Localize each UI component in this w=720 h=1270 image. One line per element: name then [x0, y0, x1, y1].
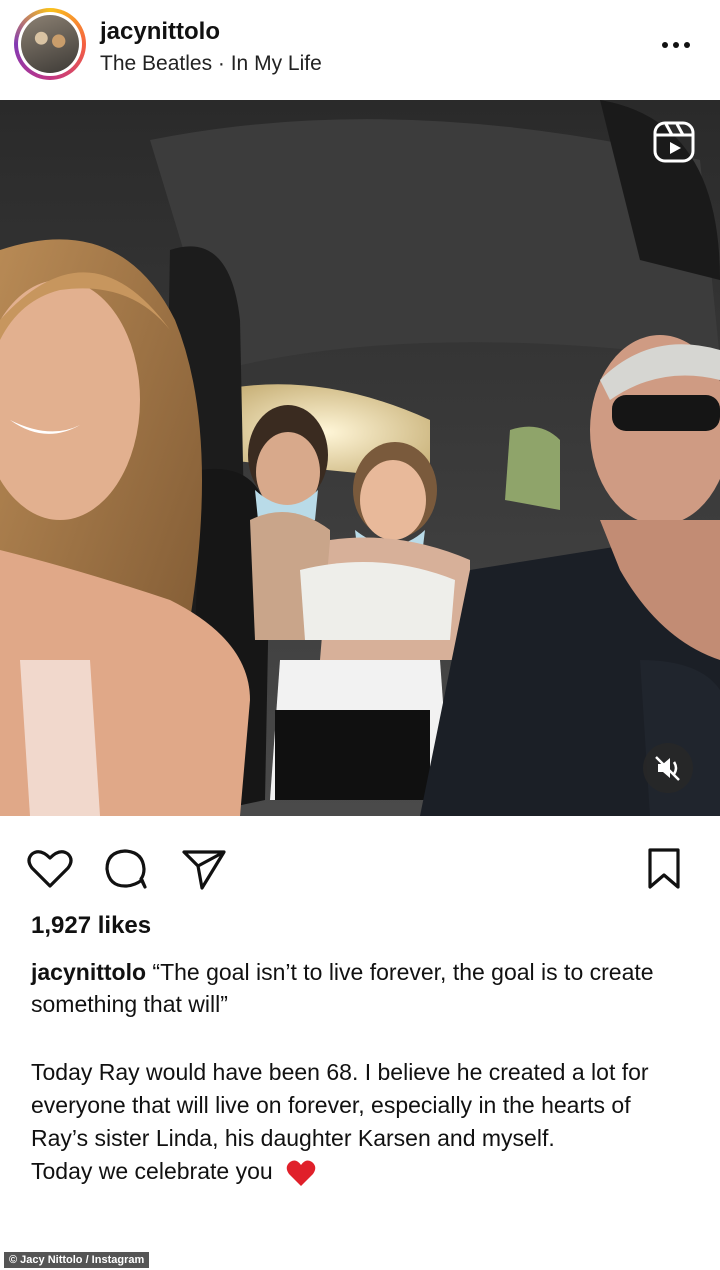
post-username[interactable]: jacynittolo	[100, 18, 220, 46]
caption-body: Today Ray would have been 68. I believe …	[31, 1056, 691, 1188]
mute-icon[interactable]	[643, 743, 693, 793]
caption-closing-text: Today we celebrate you	[31, 1158, 273, 1184]
red-heart-emoji-icon	[286, 1160, 316, 1186]
post-media[interactable]	[0, 100, 720, 816]
bookmark-icon[interactable]	[636, 840, 692, 896]
more-options-icon[interactable]	[658, 30, 694, 60]
photo-credit: © Jacy Nittolo / Instagram	[4, 1252, 150, 1268]
caption-closing: Today we celebrate you	[31, 1155, 691, 1188]
caption-username[interactable]: jacynittolo	[31, 959, 146, 985]
comment-icon[interactable]	[98, 840, 154, 896]
avatar[interactable]	[18, 12, 82, 76]
heart-icon[interactable]	[22, 840, 78, 896]
story-ring[interactable]	[14, 8, 86, 80]
share-icon[interactable]	[176, 840, 232, 896]
post-caption: jacynittolo “The goal isn’t to live fore…	[31, 956, 691, 1020]
reel-icon[interactable]	[652, 120, 696, 164]
car-selfie-photo	[0, 100, 720, 816]
post-header: jacynittolo The Beatles · In My Life	[0, 0, 720, 98]
avatar-photo	[21, 15, 79, 73]
post-actions	[0, 830, 720, 910]
likes-count[interactable]: 1,927 likes	[31, 912, 151, 940]
caption-paragraph: Today Ray would have been 68. I believe …	[31, 1059, 649, 1151]
audio-track[interactable]: The Beatles · In My Life	[100, 52, 322, 76]
